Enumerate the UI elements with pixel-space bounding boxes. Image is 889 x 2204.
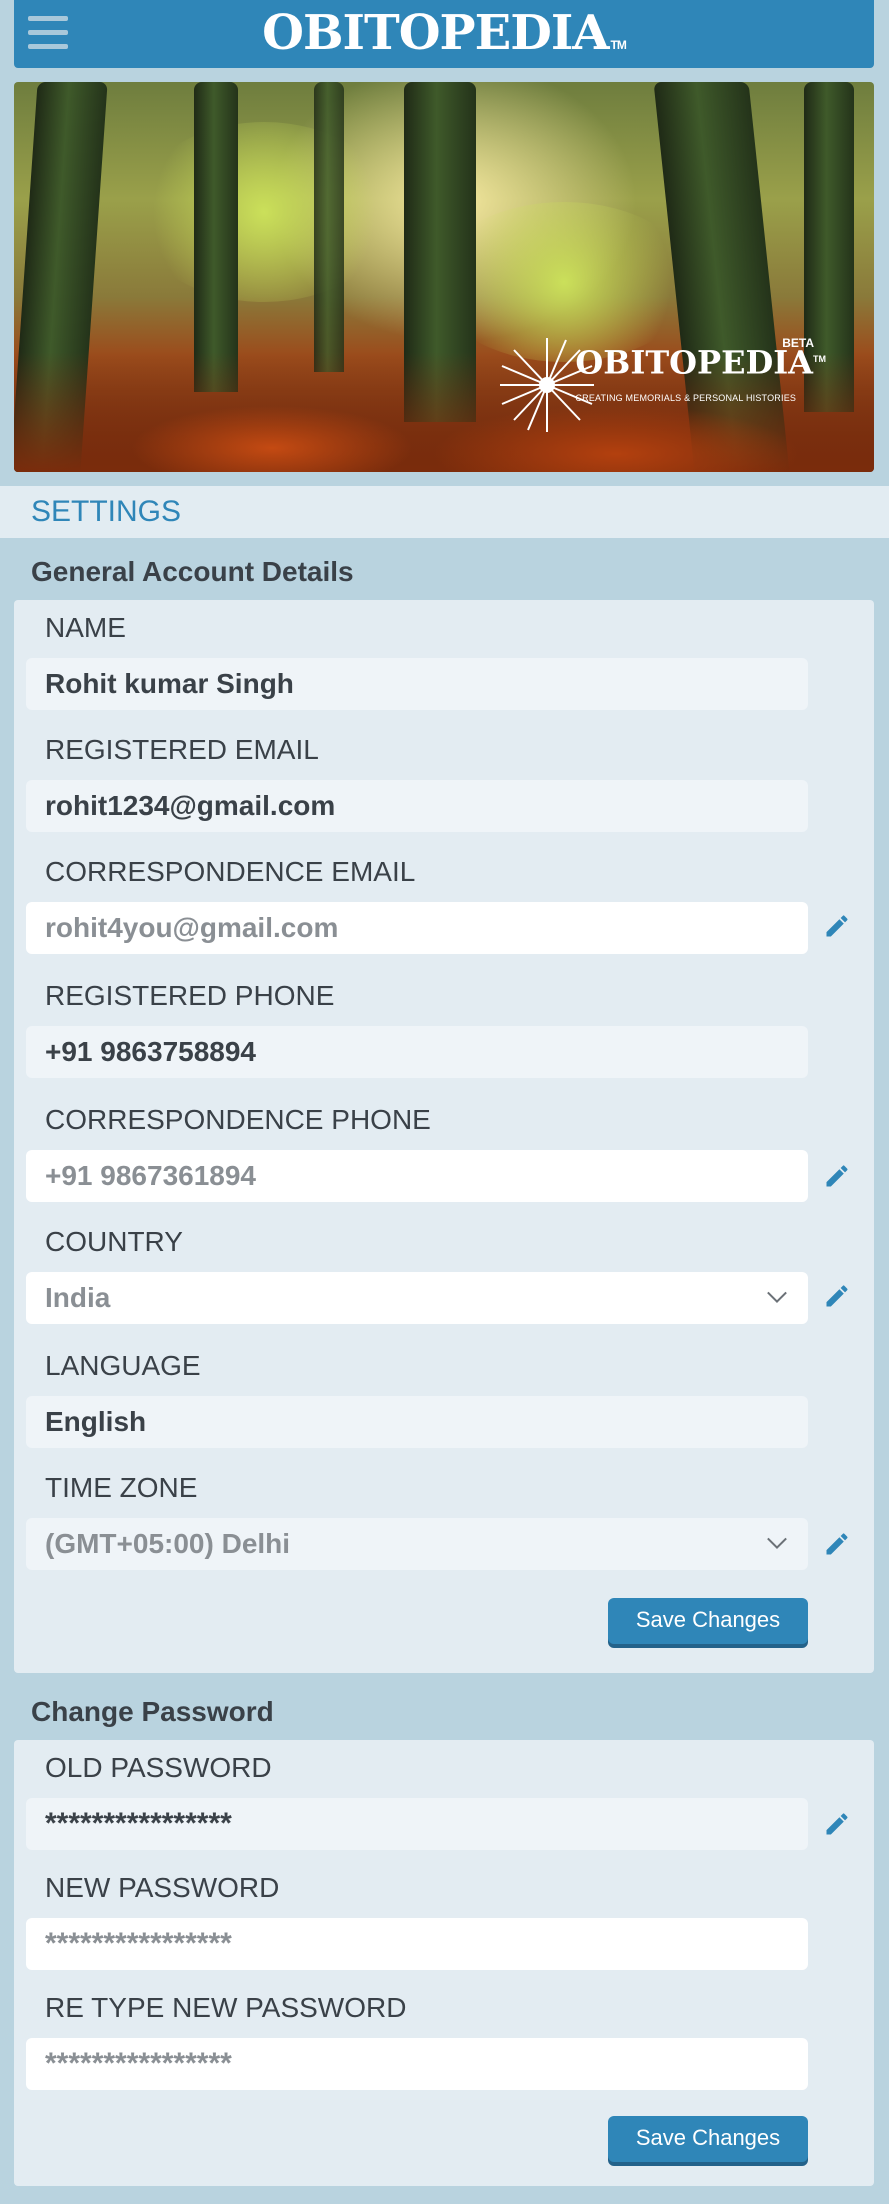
page-title: SETTINGS — [31, 495, 182, 528]
name-field: Rohit kumar Singh — [26, 658, 808, 710]
edit-correspondence-email-pencil-icon[interactable] — [823, 912, 851, 940]
edit-time-zone-pencil-icon[interactable] — [823, 1530, 851, 1558]
general-account-card: NAME Rohit kumar Singh REGISTERED EMAIL … — [14, 600, 874, 1673]
name-label: NAME — [45, 612, 126, 643]
registered-phone-label: REGISTERED PHONE — [45, 980, 335, 1011]
site-logo[interactable]: OBITOPEDIA TM — [14, 2, 874, 64]
country-value: India — [45, 1282, 111, 1313]
registered-email-field: rohit1234@gmail.com — [26, 780, 808, 832]
correspondence-phone-label: CORRESPONDENCE PHONE — [45, 1104, 431, 1135]
banner-trademark: TM — [813, 354, 826, 364]
trademark-mark: TM — [610, 38, 627, 52]
top-header: OBITOPEDIA TM — [14, 0, 874, 68]
retype-password-field[interactable]: **************** — [26, 2038, 808, 2090]
edit-country-pencil-icon[interactable] — [823, 1282, 851, 1310]
time-zone-select[interactable]: (GMT+05:00) Delhi — [26, 1518, 808, 1570]
chevron-down-icon — [767, 1537, 787, 1550]
old-password-field: **************** — [26, 1798, 808, 1850]
save-password-button[interactable]: Save Changes — [608, 2116, 808, 2162]
save-changes-button[interactable]: Save Changes — [608, 1598, 808, 1644]
edit-correspondence-phone-pencil-icon[interactable] — [823, 1162, 851, 1190]
banner-logo-text: OBITOPEDIA — [575, 343, 813, 382]
site-logo-text: OBITOPEDIA — [262, 5, 609, 61]
language-field: English — [26, 1396, 808, 1448]
banner-tagline: CREATING MEMORIALS & PERSONAL HISTORIES — [575, 392, 797, 403]
retype-password-label: RE TYPE NEW PASSWORD — [45, 1992, 407, 2023]
correspondence-email-field[interactable]: rohit4you@gmail.com — [26, 902, 808, 954]
edit-old-password-pencil-icon[interactable] — [823, 1810, 851, 1838]
general-account-details-heading: General Account Details — [31, 556, 354, 587]
chevron-down-icon — [767, 1291, 787, 1304]
country-select[interactable]: India — [26, 1272, 808, 1324]
forest-banner-image: BETA OBITOPEDIATM CREATING MEMORIALS & P… — [14, 82, 874, 472]
correspondence-email-label: CORRESPONDENCE EMAIL — [45, 856, 416, 887]
change-password-heading: Change Password — [31, 1696, 274, 1727]
old-password-label: OLD PASSWORD — [45, 1752, 272, 1783]
beta-badge: BETA — [782, 336, 814, 350]
change-password-card: OLD PASSWORD **************** NEW PASSWO… — [14, 1740, 874, 2186]
registered-email-label: REGISTERED EMAIL — [45, 734, 319, 765]
new-password-field[interactable]: **************** — [26, 1918, 808, 1970]
registered-phone-field: +91 9863758894 — [26, 1026, 808, 1078]
time-zone-value: (GMT+05:00) Delhi — [45, 1528, 291, 1559]
language-label: LANGUAGE — [45, 1350, 201, 1381]
time-zone-label: TIME ZONE — [45, 1472, 198, 1503]
country-label: COUNTRY — [45, 1226, 183, 1257]
banner-logo: BETA OBITOPEDIATM CREATING MEMORIALS & P… — [575, 336, 826, 415]
settings-bar: SETTINGS — [0, 486, 889, 538]
new-password-label: NEW PASSWORD — [45, 1872, 280, 1903]
correspondence-phone-field[interactable]: +91 9867361894 — [26, 1150, 808, 1202]
